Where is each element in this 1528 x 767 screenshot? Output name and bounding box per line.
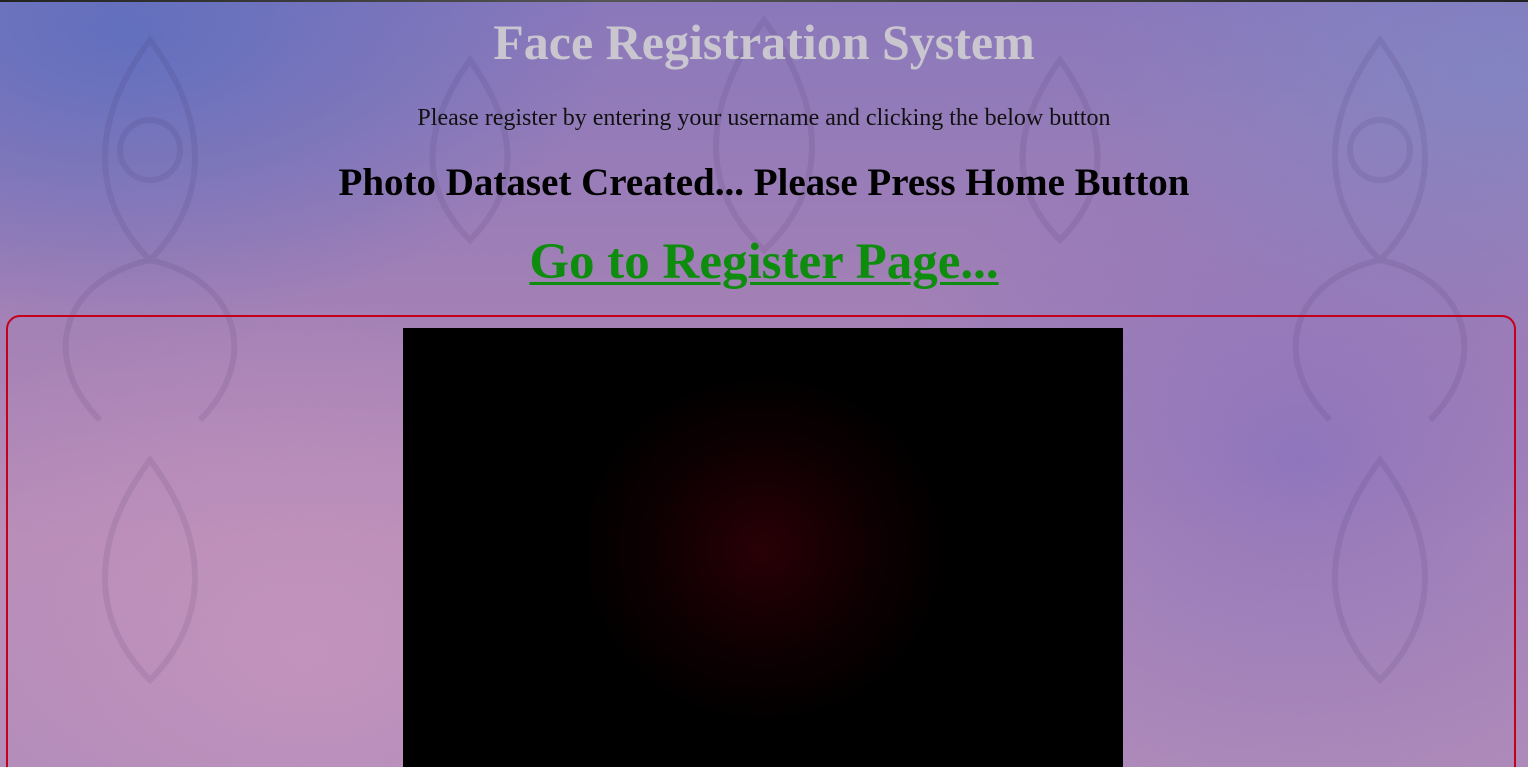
register-link-container: Go to Register Page...: [0, 232, 1528, 304]
camera-panel: [6, 315, 1516, 767]
page: { "header": { "title": "Face Registratio…: [0, 0, 1528, 767]
instructions-text: Please register by entering your usernam…: [417, 105, 1111, 131]
top-border: [0, 0, 1528, 2]
page-title: Face Registration System: [493, 14, 1035, 70]
go-to-register-link[interactable]: Go to Register Page...: [529, 234, 998, 290]
status-message: Photo Dataset Created... Please Press Ho…: [338, 161, 1190, 204]
webcam-video-feed: [403, 328, 1123, 767]
